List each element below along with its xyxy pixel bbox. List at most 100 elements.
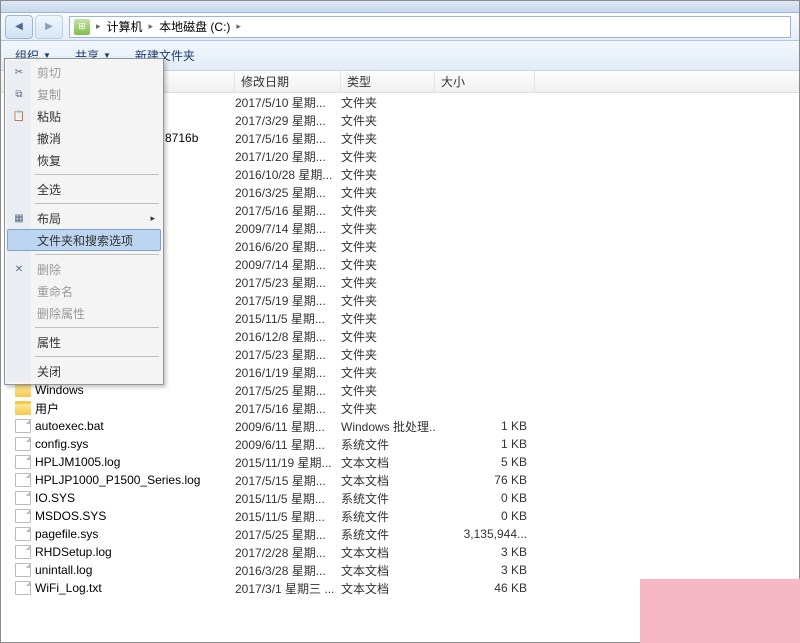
list-item[interactable]: IO.SYS2015/11/5 星期...系统文件0 KB [1, 489, 799, 507]
file-type: 文件夹 [341, 184, 435, 201]
file-type: 文本文档 [341, 580, 435, 597]
list-item[interactable]: 用户2017/5/16 星期...文件夹 [1, 399, 799, 417]
column-size[interactable]: 大小 [435, 71, 535, 92]
menu-rename[interactable]: 重命名 [7, 280, 161, 302]
file-type: 文件夹 [341, 220, 435, 237]
menu-layout[interactable]: ▦布局▸ [7, 207, 161, 229]
file-date: 2009/6/11 星期... [235, 436, 341, 453]
file-icon [15, 455, 31, 469]
file-date: 2017/5/25 星期... [235, 382, 341, 399]
file-icon [15, 581, 31, 595]
file-type: 文件夹 [341, 400, 435, 417]
file-type: 文件夹 [341, 346, 435, 363]
list-item[interactable]: config.sys2009/6/11 星期...系统文件1 KB [1, 435, 799, 453]
file-type: 文件夹 [341, 112, 435, 129]
file-type: 文件夹 [341, 310, 435, 327]
file-size: 5 KB [435, 455, 535, 469]
file-date: 2017/2/28 星期... [235, 544, 341, 561]
file-date: 2009/7/14 星期... [235, 220, 341, 237]
file-name: HPLJP1000_P1500_Series.log [35, 473, 200, 487]
file-date: 2017/5/10 星期... [235, 94, 341, 111]
file-type: 文本文档 [341, 454, 435, 471]
file-date: 2017/5/16 星期... [235, 130, 341, 147]
cut-icon: ✂ [12, 65, 26, 79]
menu-separator [35, 254, 159, 255]
menu-paste[interactable]: 📋粘贴 [7, 105, 161, 127]
list-item[interactable]: HPLJM1005.log 2015/11/19 星期...文本文档5 KB [1, 453, 799, 471]
file-name: autoexec.bat [35, 419, 104, 433]
menu-select-all[interactable]: 全选 [7, 178, 161, 200]
organize-menu: ✂剪切 ⧉复制 📋粘贴 撤消 恢复 全选 ▦布局▸ 文件夹和搜索选项 ✕删除 重… [4, 58, 164, 385]
file-name: IO.SYS [35, 491, 75, 505]
file-name: MSDOS.SYS [35, 509, 106, 523]
drive-icon: ⊞ [74, 19, 90, 35]
chevron-right-icon: ▸ [150, 213, 155, 224]
chevron-right-icon: ▸ [236, 21, 241, 32]
menu-copy[interactable]: ⧉复制 [7, 83, 161, 105]
menu-delete[interactable]: ✕删除 [7, 258, 161, 280]
menu-redo[interactable]: 恢复 [7, 149, 161, 171]
menu-close[interactable]: 关闭 [7, 360, 161, 382]
file-name: HPLJM1005.log [35, 455, 120, 469]
file-icon [15, 437, 31, 451]
list-item[interactable]: unintall.log2016/3/28 星期...文本文档3 KB [1, 561, 799, 579]
column-type[interactable]: 类型 [341, 71, 435, 92]
file-type: 文件夹 [341, 274, 435, 291]
forward-button[interactable]: ▶ [35, 15, 63, 39]
file-type: 文件夹 [341, 166, 435, 183]
copy-icon: ⧉ [12, 87, 26, 101]
menu-separator [35, 203, 159, 204]
file-name: 用户 [35, 400, 59, 417]
folder-icon [15, 401, 31, 415]
file-type: 系统文件 [341, 436, 435, 453]
file-date: 2015/11/19 星期... [235, 454, 341, 471]
file-size: 1 KB [435, 437, 535, 451]
file-icon [15, 509, 31, 523]
menu-properties[interactable]: 属性 [7, 331, 161, 353]
breadcrumb-computer[interactable]: 计算机 [103, 18, 147, 35]
menu-cut[interactable]: ✂剪切 [7, 61, 161, 83]
titlebar [1, 1, 799, 13]
folder-icon [15, 383, 31, 397]
list-item[interactable]: RHDSetup.log2017/2/28 星期...文本文档3 KB [1, 543, 799, 561]
file-icon [15, 527, 31, 541]
column-date[interactable]: 修改日期 [235, 71, 341, 92]
file-date: 2017/5/23 星期... [235, 274, 341, 291]
file-type: 文件夹 [341, 130, 435, 147]
list-item[interactable]: HPLJP1000_P1500_Series.log2017/5/15 星期..… [1, 471, 799, 489]
file-type: 文件夹 [341, 148, 435, 165]
menu-undo[interactable]: 撤消 [7, 127, 161, 149]
menu-folder-options[interactable]: 文件夹和搜索选项 [7, 229, 161, 251]
file-size: 3 KB [435, 563, 535, 577]
file-date: 2016/3/28 星期... [235, 562, 341, 579]
file-name: Windows [35, 383, 84, 397]
breadcrumb-drive[interactable]: 本地磁盘 (C:) [155, 18, 234, 35]
menu-remove-props[interactable]: 删除属性 [7, 302, 161, 324]
file-date: 2017/3/1 星期三 ... [235, 580, 341, 597]
file-type: 系统文件 [341, 490, 435, 507]
file-date: 2015/11/5 星期... [235, 310, 341, 327]
breadcrumb[interactable]: ⊞ ▸ 计算机 ▸ 本地磁盘 (C:) ▸ [69, 16, 791, 38]
delete-icon: ✕ [12, 262, 26, 276]
file-type: Windows 批处理... [341, 418, 435, 435]
layout-icon: ▦ [12, 211, 26, 225]
file-size: 1 KB [435, 419, 535, 433]
list-item[interactable]: autoexec.bat2009/6/11 星期...Windows 批处理..… [1, 417, 799, 435]
file-name: RHDSetup.log [35, 545, 112, 559]
file-type: 文件夹 [341, 94, 435, 111]
menu-separator [35, 174, 159, 175]
file-date: 2017/1/20 星期... [235, 148, 341, 165]
list-item[interactable]: MSDOS.SYS2015/11/5 星期...系统文件0 KB [1, 507, 799, 525]
file-type: 文件夹 [341, 202, 435, 219]
back-button[interactable]: ◀ [5, 15, 33, 39]
file-size: 0 KB [435, 491, 535, 505]
file-name-partial: 8716b [165, 131, 198, 145]
file-size: 0 KB [435, 509, 535, 523]
file-date: 2016/6/20 星期... [235, 238, 341, 255]
list-item[interactable]: pagefile.sys2017/5/25 星期...系统文件3,135,944… [1, 525, 799, 543]
file-date: 2017/5/25 星期... [235, 526, 341, 543]
menu-separator [35, 327, 159, 328]
file-icon [15, 563, 31, 577]
navbar: ◀ ▶ ⊞ ▸ 计算机 ▸ 本地磁盘 (C:) ▸ [1, 13, 799, 41]
file-type: 文本文档 [341, 544, 435, 561]
